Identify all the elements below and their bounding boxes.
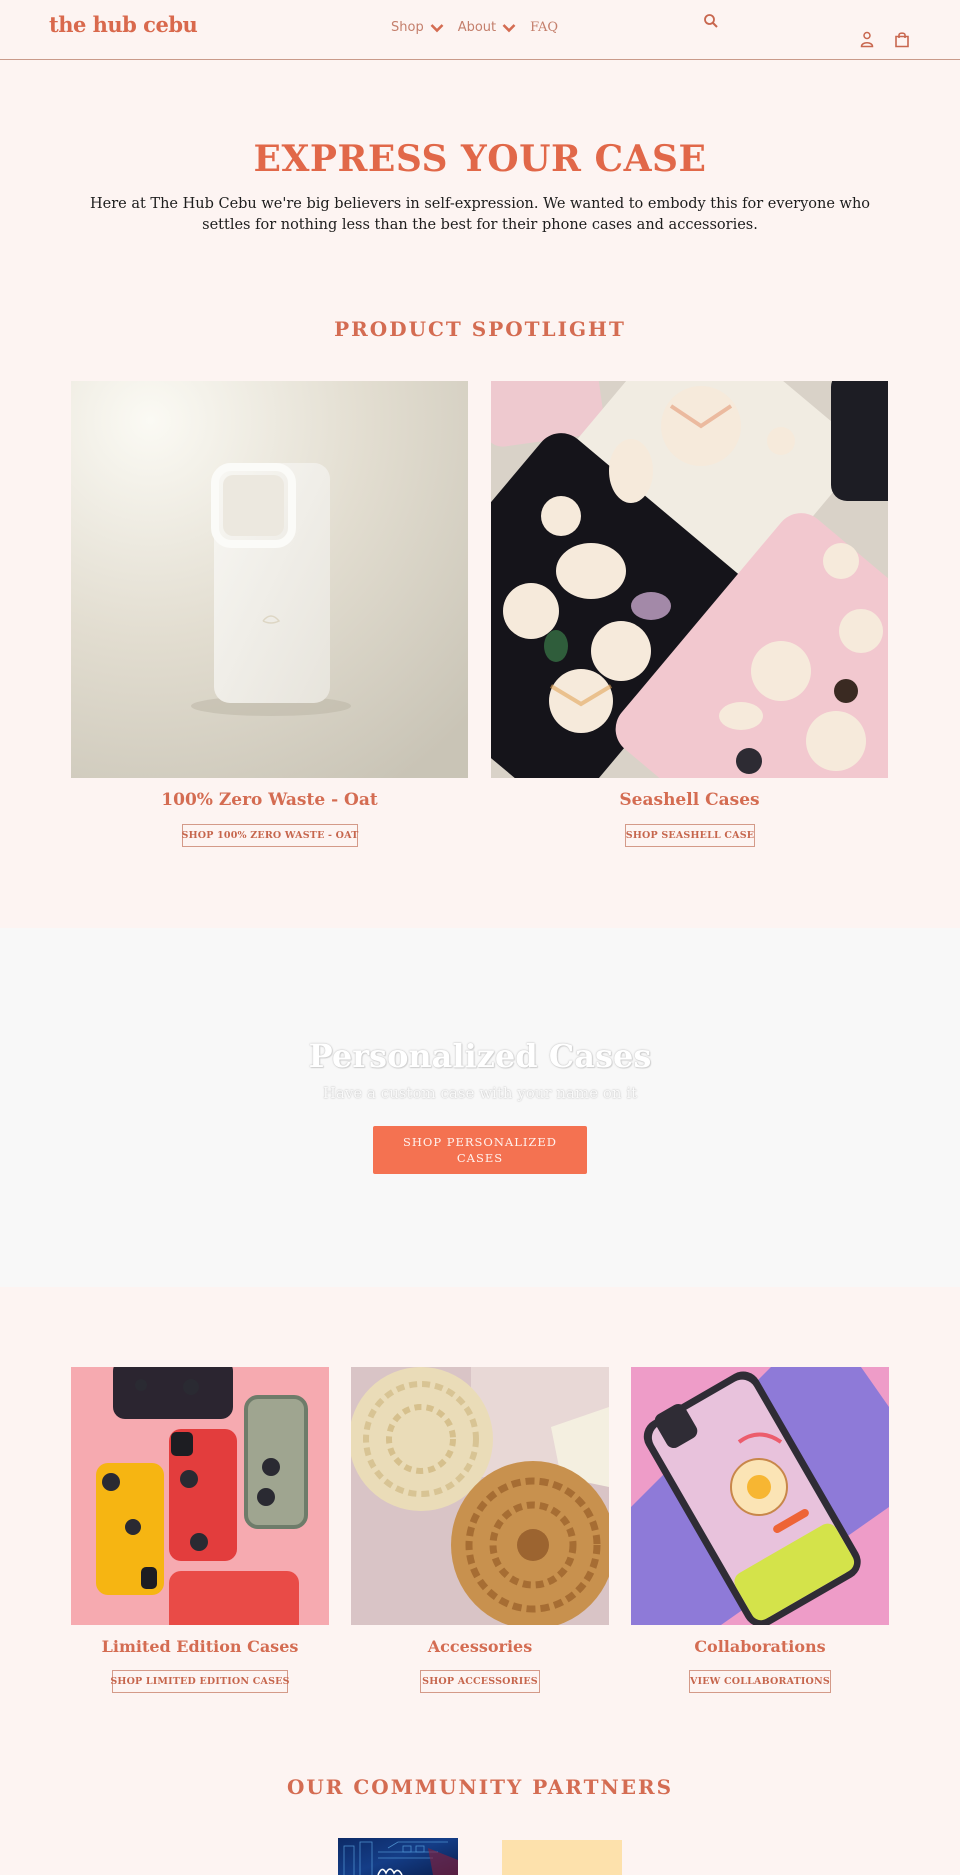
personalized-banner: [0, 928, 960, 1287]
main-nav: Shop About FAQ: [391, 20, 572, 35]
shop-seashell-case-button[interactable]: SHOP SEASHELL CASE: [625, 824, 755, 847]
spotlight-product-name: Seashell Cases: [619, 790, 760, 810]
view-collaborations-button[interactable]: VIEW COLLABORATIONS: [689, 1670, 831, 1693]
category-name: Collaborations: [694, 1637, 826, 1656]
oat-phone-case-photo: [71, 381, 468, 778]
oat-phone-case-image[interactable]: [71, 381, 468, 778]
seashell-cases-image[interactable]: [491, 381, 888, 778]
spotlight-title: PRODUCT SPOTLIGHT: [334, 317, 626, 341]
chevron-down-icon: [502, 23, 516, 32]
nav-shop[interactable]: Shop: [391, 20, 444, 35]
hero-text: Here at The Hub Cebu we're big believers…: [89, 196, 871, 233]
limited-edition-cases-photo: [71, 1367, 329, 1625]
rattan-coasters-photo: [351, 1367, 609, 1625]
nav-about-label: About: [457, 20, 497, 35]
chevron-down-icon: [430, 23, 444, 32]
partner-logo-city[interactable]: [338, 1838, 458, 1875]
site-logo[interactable]: the hub cebu: [49, 12, 198, 37]
user-icon[interactable]: [860, 31, 874, 48]
growth-season-case-photo: [631, 1367, 889, 1625]
category-name: Accessories: [427, 1637, 533, 1656]
search-icon[interactable]: [703, 13, 719, 29]
limited-edition-image[interactable]: [71, 1367, 329, 1625]
banner-title: Personalized Cases: [308, 1037, 652, 1075]
accessories-image[interactable]: [351, 1367, 609, 1625]
shop-personalized-cases-button[interactable]: SHOP PERSONALIZED CASES: [373, 1126, 587, 1174]
shop-zero-waste-oat-button[interactable]: SHOP 100% ZERO WASTE - OAT: [182, 824, 358, 847]
shop-limited-edition-button[interactable]: SHOP LIMITED EDITION CASES: [110, 1670, 289, 1693]
partner-logo-yellow[interactable]: [502, 1840, 622, 1875]
nav-faq-label: FAQ: [530, 20, 559, 35]
nav-shop-label: Shop: [391, 20, 424, 35]
category-name: Limited Edition Cases: [101, 1637, 299, 1656]
site-header: the hub cebu Shop About FAQ: [0, 0, 960, 60]
shop-accessories-button[interactable]: SHOP ACCESSORIES: [420, 1670, 540, 1693]
partners-title: OUR COMMUNITY PARTNERS: [286, 1775, 674, 1799]
spotlight-product-name: 100% Zero Waste - Oat: [161, 790, 378, 810]
cart-icon[interactable]: [894, 31, 910, 48]
partner-city-illustration: [343, 1841, 458, 1875]
seashell-cases-photo: [491, 381, 888, 778]
banner-subtitle: Have a custom case with your name on it: [322, 1084, 638, 1102]
nav-faq[interactable]: FAQ: [530, 20, 558, 35]
hero-title: EXPRESS YOUR CASE: [253, 138, 707, 180]
collaborations-image[interactable]: [631, 1367, 889, 1625]
nav-about[interactable]: About: [458, 20, 516, 35]
